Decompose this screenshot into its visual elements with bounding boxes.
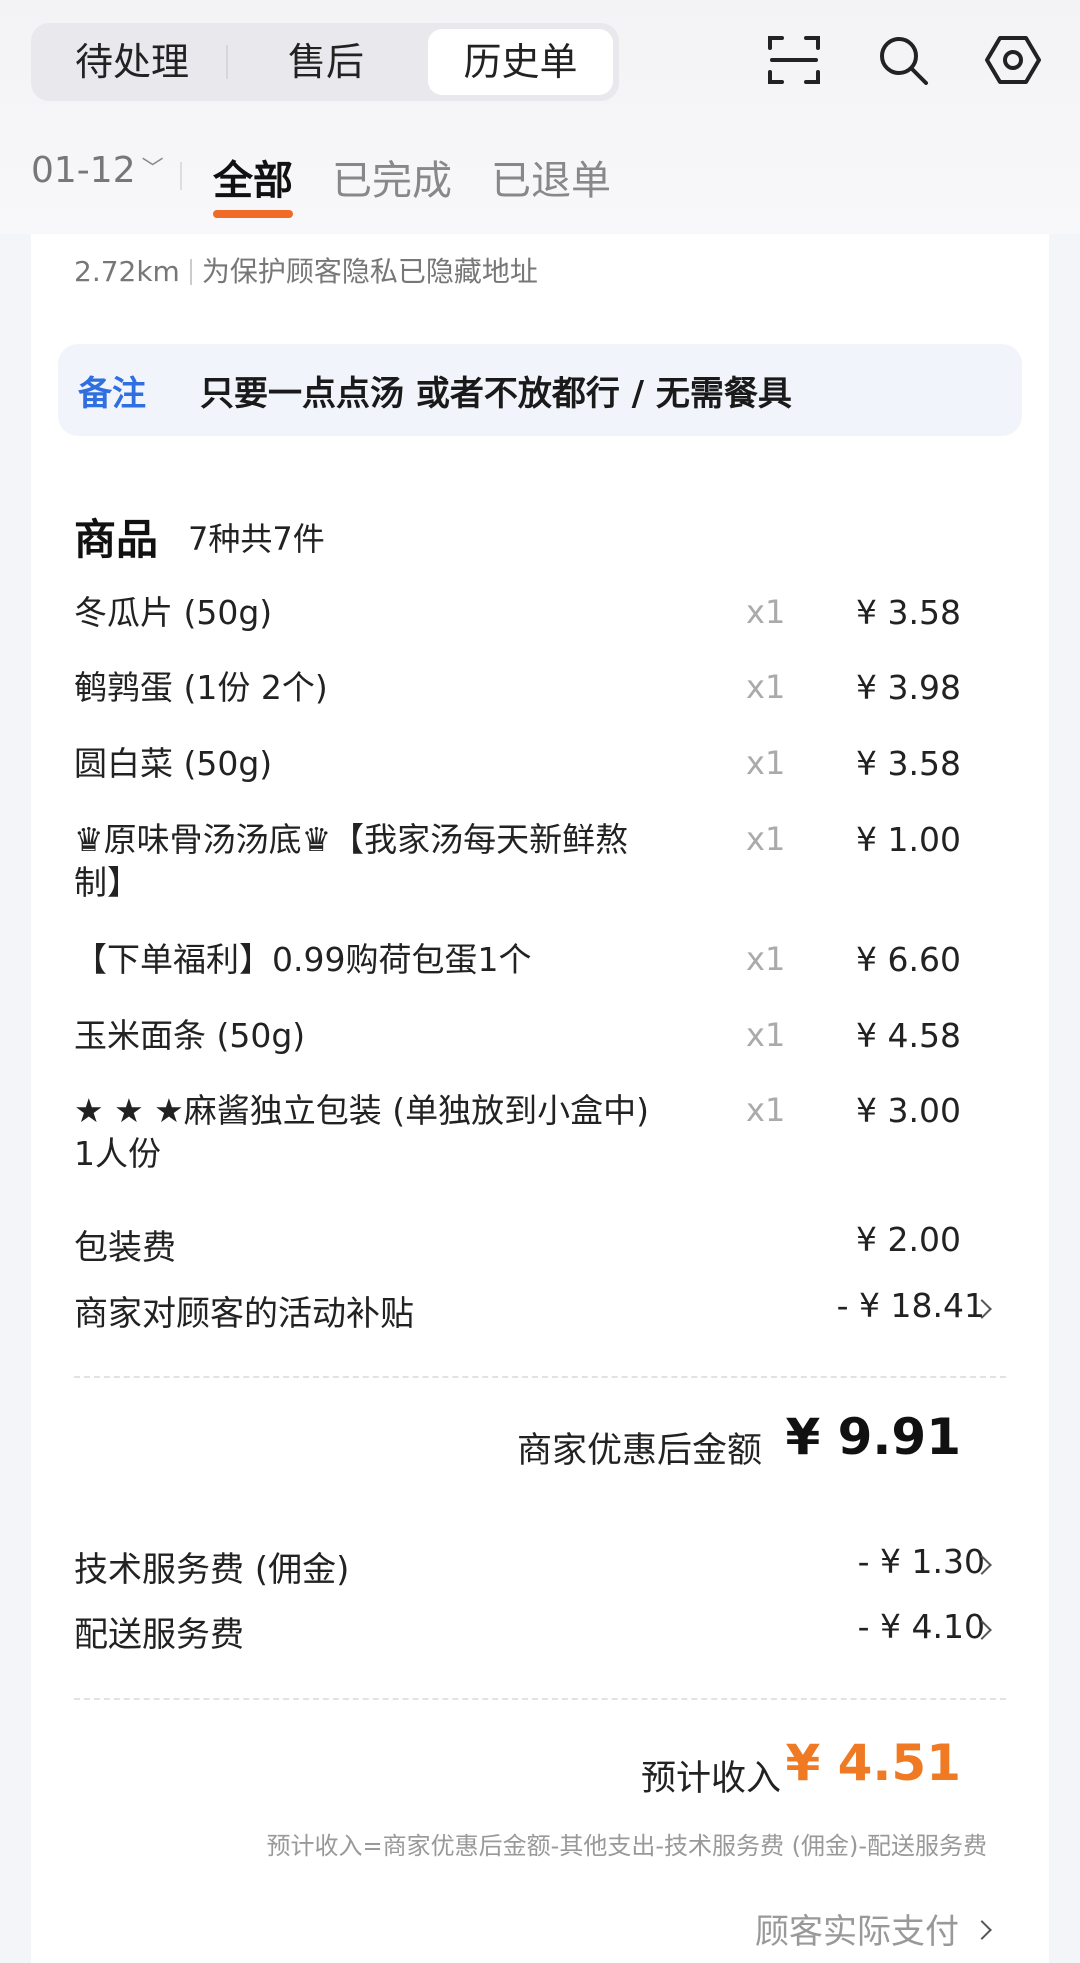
item-name: 鹌鹑蛋 (1份 2个) <box>74 668 328 707</box>
item-qty: x1 <box>746 1016 786 1054</box>
search-icon[interactable] <box>873 30 933 90</box>
item-price: ¥ 3.98 <box>856 668 961 707</box>
item-qty: x1 <box>746 668 786 706</box>
date-filter[interactable]: 01-12 ﹀ <box>31 150 164 191</box>
delivery-fee-value[interactable]: - ¥ 4.10 <box>858 1607 985 1646</box>
income-label: 预计收入 <box>640 1759 781 1799</box>
tab-history[interactable]: 历史单 <box>428 29 613 95</box>
address-privacy-note: 为保护顾客隐私已隐藏地址 <box>201 255 538 288</box>
goods-count: 7种共7件 <box>188 520 325 558</box>
tab-pending[interactable]: 待处理 <box>37 29 227 95</box>
remark-box: 备注 只要一点点汤 或者不放都行 / 无需餐具 <box>58 344 1022 436</box>
active-tab-indicator <box>213 210 293 218</box>
commission-label: 技术服务费 (佣金) <box>74 1550 350 1590</box>
date-filter-value: 01-12 <box>31 150 136 191</box>
customer-paid-link[interactable]: 顾客实际支付 <box>755 1904 959 1953</box>
item-name: ★ ★ ★麻酱独立包装 (单独放到小盒中) 1人份 <box>74 1091 649 1173</box>
income-formula: 预计收入=商家优惠后金额-其他支出-技术服务费 (佣金)-配送服务费 <box>266 1832 987 1860</box>
subsidy-label: 商家对顾客的活动补贴 <box>74 1294 414 1334</box>
dashed-divider <box>74 1698 1006 1700</box>
address-line: 2.72km 为保护顾客隐私已隐藏地址 <box>74 250 538 290</box>
subtotal-label: 商家优惠后金额 <box>516 1431 762 1471</box>
item-qty: x1 <box>746 744 786 782</box>
delivery-fee-label: 配送服务费 <box>74 1615 244 1655</box>
tab-after-sales[interactable]: 售后 <box>231 29 421 95</box>
item-price: ¥ 4.58 <box>856 1016 961 1055</box>
item-qty: x1 <box>746 940 786 978</box>
filter-tab-all[interactable]: 全部 <box>213 148 293 206</box>
chevron-right-icon[interactable] <box>972 1920 992 1940</box>
item-name: 【下单福利】0.99购荷包蛋1个 <box>74 940 532 979</box>
goods-title: 商品 <box>74 515 159 564</box>
subsidy-value[interactable]: - ¥ 18.41 <box>837 1286 985 1325</box>
segmented-tabs: 待处理 售后 历史单 <box>31 23 619 101</box>
settings-icon[interactable] <box>983 30 1043 90</box>
chevron-down-icon: ﹀ <box>141 157 164 182</box>
commission-value[interactable]: - ¥ 1.30 <box>858 1542 985 1581</box>
item-qty: x1 <box>746 1091 786 1129</box>
income-value: ¥ 4.51 <box>785 1734 961 1792</box>
packing-fee-label: 包装费 <box>74 1228 176 1268</box>
item-name: 冬瓜片 (50g) <box>74 593 273 632</box>
subtotal-value: ¥ 9.91 <box>785 1408 961 1466</box>
dashed-divider <box>74 1376 1006 1378</box>
item-price: ¥ 6.60 <box>856 940 961 979</box>
item-name: 玉米面条 (50g) <box>74 1016 306 1055</box>
item-price: ¥ 3.58 <box>856 593 961 632</box>
distance: 2.72km <box>74 255 180 288</box>
scan-icon[interactable] <box>764 30 824 90</box>
item-name: 圆白菜 (50g) <box>74 744 273 783</box>
item-qty: x1 <box>746 593 786 631</box>
item-qty: x1 <box>746 820 786 858</box>
item-name: ♛原味骨汤汤底♛【我家汤每天新鲜熬制】 <box>74 820 629 902</box>
filter-divider <box>180 162 182 190</box>
item-price: ¥ 3.58 <box>856 744 961 783</box>
filter-row: 01-12 ﹀ 全部 已完成 已退单 <box>0 140 1080 234</box>
segment-divider <box>226 45 228 79</box>
remark-label: 备注 <box>78 374 146 414</box>
packing-fee-value: ¥ 2.00 <box>856 1220 961 1259</box>
item-price: ¥ 1.00 <box>856 820 961 859</box>
remark-text: 只要一点点汤 或者不放都行 / 无需餐具 <box>200 374 792 414</box>
filter-tab-completed[interactable]: 已完成 <box>332 148 452 206</box>
divider <box>189 259 192 285</box>
top-bar: 待处理 售后 历史单 01-12 ﹀ 全部 已完成 已退单 <box>0 0 1080 234</box>
item-price: ¥ 3.00 <box>856 1091 961 1130</box>
filter-tab-refunded[interactable]: 已退单 <box>491 148 611 206</box>
order-card: 2.72km 为保护顾客隐私已隐藏地址 备注 只要一点点汤 或者不放都行 / 无需… <box>31 234 1049 1963</box>
